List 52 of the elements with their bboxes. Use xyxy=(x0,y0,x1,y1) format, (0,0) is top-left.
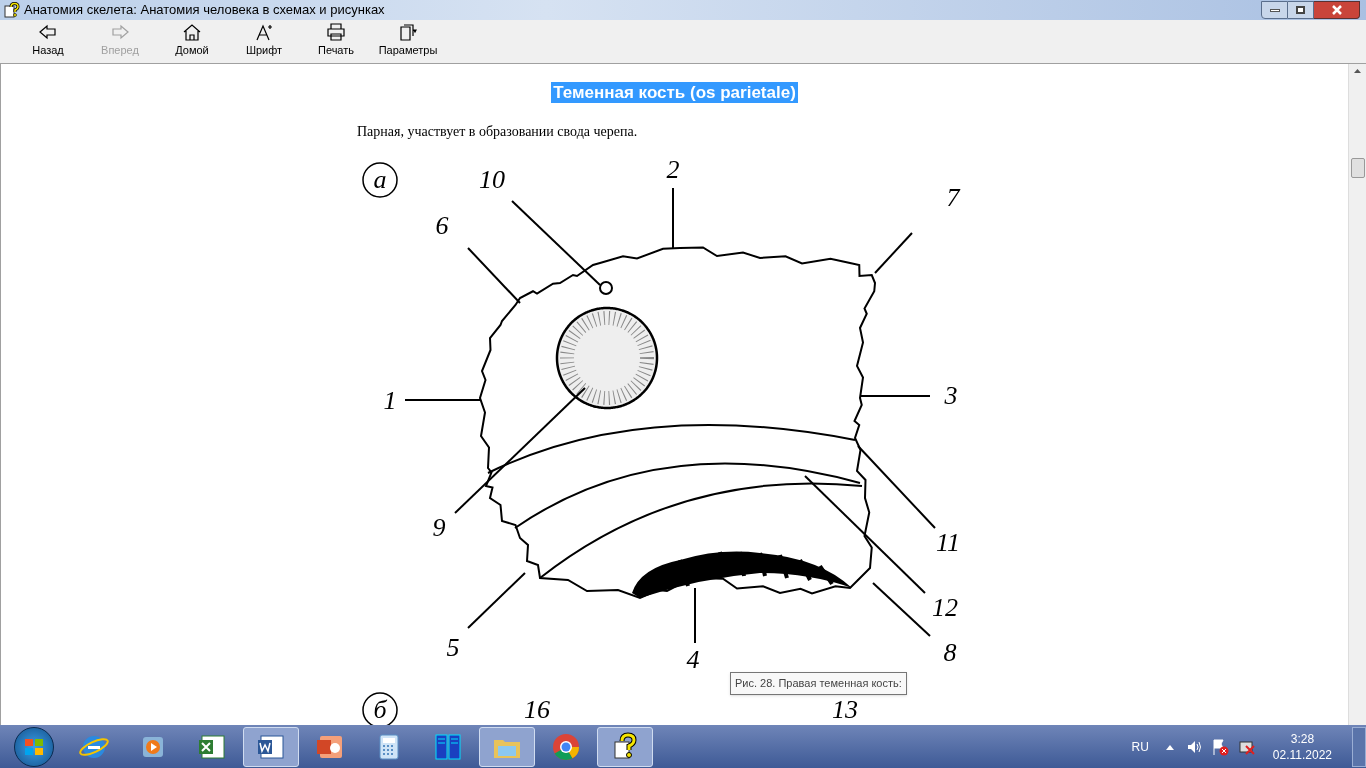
back-arrow-icon xyxy=(38,23,58,42)
leader-line xyxy=(694,587,696,644)
figure-label: 3 xyxy=(944,381,958,410)
figure-label: а xyxy=(362,162,398,198)
figure-label: 9 xyxy=(432,513,446,542)
leader-line xyxy=(859,395,931,397)
language-indicator[interactable]: RU xyxy=(1131,737,1149,756)
minimize-button[interactable] xyxy=(1261,1,1288,19)
page-heading: Теменная кость (os parietale) xyxy=(551,82,798,103)
leader-line xyxy=(672,187,674,249)
toolbar-button[interactable]: Параметры xyxy=(372,20,444,62)
chrome-ball-icon xyxy=(550,731,582,762)
leader-line xyxy=(874,232,913,274)
printer-icon xyxy=(326,23,346,42)
figure-label: 11 xyxy=(935,528,961,557)
help-app-icon xyxy=(4,2,20,18)
toolbar-button[interactable]: Домой xyxy=(156,20,228,62)
figure-label: 5 xyxy=(446,633,460,662)
figure-label: 4 xyxy=(686,645,700,674)
action-center-flag-icon[interactable] xyxy=(1210,737,1229,756)
figure-label: 7 xyxy=(946,183,960,212)
close-icon xyxy=(1330,5,1343,15)
toolbar-button[interactable]: Печать xyxy=(300,20,372,62)
intro-text: Парная, участвует в образовании свода черепа. xyxy=(357,123,639,141)
leader-line xyxy=(467,572,526,629)
restore-button[interactable] xyxy=(1288,1,1314,19)
server-racks-icon xyxy=(432,731,464,762)
figure-label: 12 xyxy=(932,593,958,622)
figure-label: 6 xyxy=(435,211,449,240)
options-icon xyxy=(398,23,418,42)
taskbar-app-button[interactable] xyxy=(597,726,653,767)
toolbar-button[interactable]: Шрифт xyxy=(228,20,300,62)
window-title: Анатомия скелета: Анатомия человека в схемах и рисунках xyxy=(24,1,385,20)
font-icon xyxy=(254,23,274,42)
forward-arrow-icon xyxy=(110,23,130,42)
figure-label: 8 xyxy=(943,638,957,667)
windows-logo-icon xyxy=(24,737,44,756)
clock[interactable]: 3:28 02.11.2022 xyxy=(1272,730,1332,763)
figure-label: 16 xyxy=(524,695,550,724)
close-button[interactable] xyxy=(1314,1,1360,19)
start-button[interactable] xyxy=(14,726,54,767)
tooltip: Рис. 28. Правая теменная кость: xyxy=(730,672,907,695)
toolbar-button[interactable]: Назад xyxy=(12,20,84,62)
figure-label: 13 xyxy=(832,695,858,724)
figure-label: 10 xyxy=(479,165,505,194)
figure-label: 2 xyxy=(666,155,680,184)
scrollbar[interactable] xyxy=(1348,64,1366,725)
scroll-thumb[interactable] xyxy=(1350,158,1365,178)
home-icon xyxy=(182,23,202,42)
taskbar-app-button[interactable] xyxy=(243,726,299,767)
figure-label: б xyxy=(362,692,398,725)
figure-label: 1 xyxy=(383,386,397,415)
